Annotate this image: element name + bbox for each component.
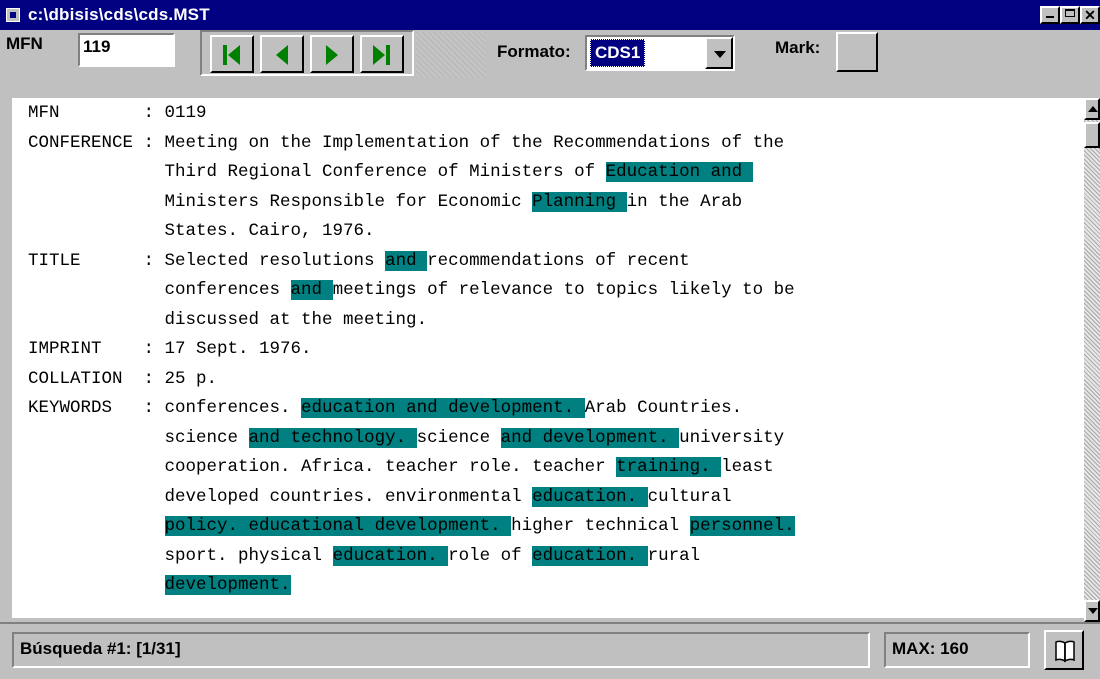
- scroll-up-button[interactable]: [1084, 98, 1100, 120]
- record-line: KEYWORDS : conferences. education and de…: [28, 393, 742, 423]
- search-hit-highlight: and technology.: [248, 427, 417, 448]
- search-hit-highlight: policy. educational development.: [164, 516, 512, 536]
- record-line: cooperation. Africa. teacher role. teach…: [28, 452, 774, 482]
- record-text: Ministers Responsible for Economic: [28, 191, 533, 212]
- next-record-icon: [326, 45, 338, 65]
- search-hit-highlight: Planning: [532, 191, 627, 212]
- record-text: in the Arab: [626, 191, 743, 212]
- toolbar-grip: [416, 32, 486, 78]
- record-line: developed countries. environmental educa…: [28, 482, 732, 512]
- title-bar: c:\dbisis\cds\cds.MST ✕: [0, 0, 1100, 30]
- record-text: rural: [647, 545, 701, 566]
- max-status: MAX: 160: [884, 632, 1030, 668]
- record-text: Third Regional Conference of Ministers o…: [28, 162, 606, 182]
- mark-button[interactable]: [836, 32, 878, 72]
- search-hit-highlight: and: [385, 250, 428, 271]
- record-line: Third Regional Conference of Ministers o…: [28, 157, 753, 187]
- record-line: discussed at the meeting.: [28, 305, 428, 335]
- record-text: Arab Countries.: [584, 398, 743, 418]
- record-text: higher technical: [511, 516, 690, 536]
- scroll-thumb[interactable]: [1084, 122, 1100, 148]
- search-hit-highlight: and: [290, 280, 333, 300]
- record-text: conferences: [28, 280, 291, 300]
- format-label: Formato:: [497, 42, 571, 61]
- format-selected-value: CDS1: [590, 39, 646, 67]
- app-icon[interactable]: [6, 8, 20, 22]
- format-select[interactable]: CDS1: [585, 35, 735, 71]
- record-line: science and technology. science and deve…: [28, 423, 784, 453]
- record-text: KEYWORDS : conferences.: [28, 398, 302, 418]
- search-hit-highlight: development.: [164, 575, 291, 595]
- search-hit-highlight: education.: [532, 486, 648, 507]
- maximize-icon[interactable]: [1060, 6, 1080, 24]
- first-record-icon: [223, 45, 240, 65]
- previous-record-icon: [276, 45, 288, 65]
- search-hit-highlight: personnel.: [689, 516, 795, 536]
- record-line: COLLATION : 25 p.: [28, 364, 217, 394]
- mark-label: Mark:: [775, 38, 821, 57]
- record-text: developed countries. environmental: [28, 486, 533, 507]
- record-text: meetings of relevance to topics likely t…: [332, 280, 795, 300]
- app-window: c:\dbisis\cds\cds.MST ✕ MFN 119 Formato:…: [0, 0, 1100, 679]
- record-text: university: [679, 427, 785, 448]
- record-line: CONFERENCE : Meeting on the Implementati…: [28, 128, 784, 158]
- status-bar: Búsqueda #1: [1/31] MAX: 160: [0, 622, 1100, 679]
- mfn-label: MFN: [6, 34, 43, 53]
- record-line: States. Cairo, 1976.: [28, 216, 375, 246]
- minimize-icon[interactable]: [1040, 6, 1060, 24]
- record-line: policy. educational development. higher …: [28, 511, 795, 541]
- toolbar: MFN 119 Formato: CDS1 Mark:: [0, 30, 1100, 96]
- vertical-scrollbar[interactable]: [1084, 98, 1100, 622]
- record-text: cultural: [647, 486, 732, 507]
- record-line: sport. physical education. role of educa…: [28, 541, 700, 571]
- record-text: science: [416, 427, 501, 448]
- record-text: least: [721, 457, 774, 477]
- search-hit-highlight: education.: [332, 545, 449, 566]
- record-text: [28, 516, 165, 536]
- record-text: MFN : 0119: [28, 103, 207, 123]
- record-line: IMPRINT : 17 Sept. 1976.: [28, 334, 312, 364]
- record-line: TITLE : Selected resolutions and recomme…: [28, 246, 690, 276]
- record-text: discussed at the meeting.: [28, 309, 428, 330]
- mfn-input[interactable]: 119: [78, 33, 175, 67]
- search-hit-highlight: and development.: [500, 427, 680, 448]
- record-line: development.: [28, 570, 291, 600]
- search-hit-highlight: education and development.: [301, 398, 585, 418]
- record-line: Ministers Responsible for Economic Plann…: [28, 187, 742, 217]
- record-display[interactable]: MFN : 0119 CONFERENCE : Meeting on the Im…: [12, 98, 1084, 618]
- last-record-icon: [373, 45, 390, 65]
- record-text: science: [28, 427, 249, 448]
- record-text: cooperation. Africa. teacher role. teach…: [28, 457, 617, 477]
- search-hit-highlight: Education and: [605, 162, 753, 182]
- close-icon[interactable]: ✕: [1080, 6, 1100, 24]
- scroll-down-button[interactable]: [1084, 600, 1100, 622]
- record-text: States. Cairo, 1976.: [28, 221, 375, 241]
- record-text: sport. physical: [28, 545, 333, 566]
- last-record-button[interactable]: [360, 35, 404, 73]
- record-text: TITLE : Selected resolutions: [28, 250, 386, 271]
- record-text: recommendations of recent: [427, 250, 690, 271]
- search-hit-highlight: training.: [616, 457, 722, 477]
- record-text: CONFERENCE : Meeting on the Implementati…: [28, 132, 785, 153]
- record-line: conferences and meetings of relevance to…: [28, 275, 795, 305]
- record-navigation: [200, 30, 414, 76]
- chevron-down-icon[interactable]: [705, 37, 733, 69]
- next-record-button[interactable]: [310, 35, 354, 73]
- first-record-button[interactable]: [210, 35, 254, 73]
- record-text: role of: [448, 545, 533, 566]
- book-icon: [1055, 640, 1075, 663]
- previous-record-button[interactable]: [260, 35, 304, 73]
- record-text: COLLATION : 25 p.: [28, 368, 218, 389]
- record-text: [28, 575, 165, 595]
- record-text: IMPRINT : 17 Sept. 1976.: [28, 339, 312, 359]
- search-hit-highlight: education.: [532, 545, 648, 566]
- book-button[interactable]: [1044, 630, 1084, 670]
- window-title: c:\dbisis\cds\cds.MST: [28, 5, 210, 24]
- record-line: MFN : 0119: [28, 98, 207, 128]
- search-status: Búsqueda #1: [1/31]: [12, 632, 870, 668]
